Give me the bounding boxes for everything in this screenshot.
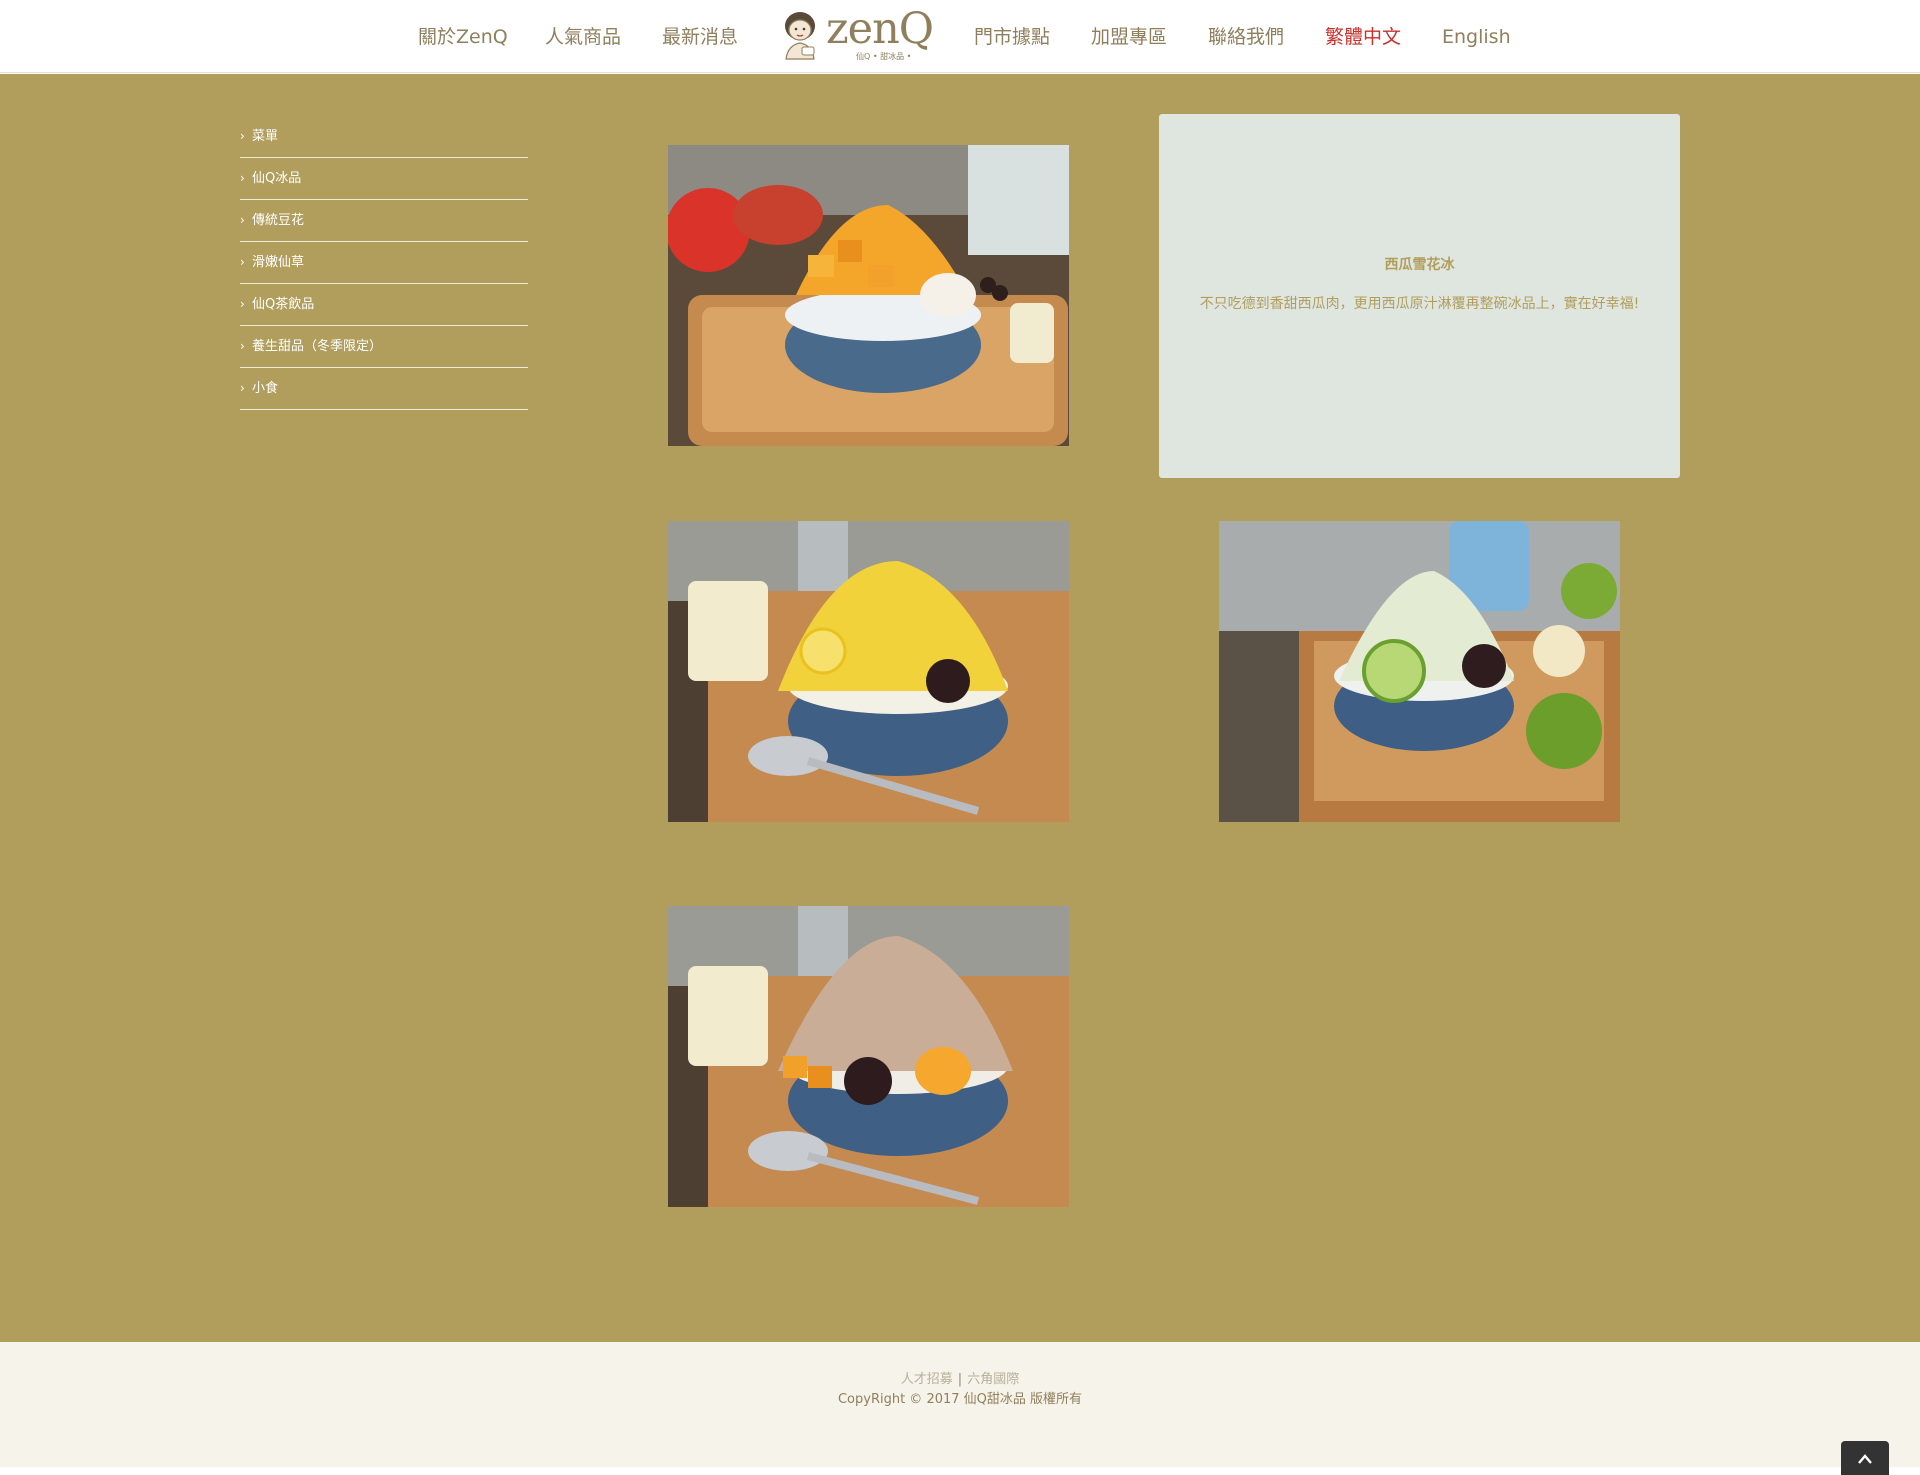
sidebar-item-menu[interactable]: › 菜單: [240, 116, 528, 158]
nav-popular-products[interactable]: 人氣商品: [545, 24, 621, 50]
footer-links: 人才招募 | 六角國際: [0, 1368, 1920, 1387]
sidebar-item-label: 仙Q茶飲品: [252, 297, 315, 312]
chevron-right-icon: ›: [240, 213, 245, 227]
arrow-up-icon: [1858, 1454, 1872, 1464]
product-photo-lemon-shaved-ice[interactable]: [668, 521, 1069, 822]
site-footer: 人才招募 | 六角國際 CopyRight © 2017 仙Q甜冰品 版權所有: [0, 1342, 1920, 1467]
chevron-right-icon: ›: [240, 255, 245, 269]
chevron-right-icon: ›: [240, 381, 245, 395]
sidebar-item-label: 傳統豆花: [252, 213, 305, 228]
chevron-right-icon: ›: [240, 171, 245, 185]
product-description: 不只吃德到香甜西瓜肉，更用西瓜原汁淋覆再整碗冰品上，實在好幸福!: [1199, 296, 1640, 312]
product-title: 西瓜雪花冰: [1384, 257, 1455, 273]
sidebar-item-tofu-pudding[interactable]: › 傳統豆花: [240, 200, 528, 242]
sidebar-item-label: 菜單: [252, 129, 279, 144]
site-header: 關於ZenQ 人氣商品 最新消息 zenQ 仙Q • 甜冰品 • 門市據點 加盟…: [0, 0, 1920, 73]
footer-link-hexagon-international[interactable]: 六角國際: [967, 1372, 1019, 1387]
chevron-right-icon: ›: [240, 339, 245, 353]
sidebar-item-tea-drinks[interactable]: › 仙Q茶飲品: [240, 284, 528, 326]
logo-subtitle: 仙Q • 甜冰品 •: [856, 52, 912, 61]
girl-mascot-icon: [785, 12, 815, 60]
nav-latest-news[interactable]: 最新消息: [662, 24, 738, 50]
chevron-right-icon: ›: [240, 297, 245, 311]
zenq-logo[interactable]: zenQ 仙Q • 甜冰品 •: [778, 4, 934, 67]
sidebar-item-grass-jelly[interactable]: › 滑嫩仙草: [240, 242, 528, 284]
nav-store-locations[interactable]: 門市據點: [974, 24, 1050, 50]
sidebar-item-label: 小食: [252, 381, 279, 396]
nav-lang-traditional-chinese[interactable]: 繁體中文: [1325, 24, 1401, 50]
logo-wordmark: zenQ: [826, 4, 934, 54]
sidebar-item-winter-desserts[interactable]: › 養生甜品（冬季限定）: [240, 326, 528, 368]
bottom-strip: [0, 1467, 1920, 1475]
sidebar-item-label: 滑嫩仙草: [252, 255, 305, 270]
nav-franchise[interactable]: 加盟專區: [1091, 24, 1167, 50]
copyright-text: CopyRight © 2017 仙Q甜冰品 版權所有: [837, 1392, 1083, 1407]
sidebar-item-xianq-ice[interactable]: › 仙Q冰品: [240, 158, 528, 200]
product-photo-brown-sugar-mango-shaved-ice[interactable]: [668, 906, 1069, 1207]
scroll-to-top-button[interactable]: [1841, 1441, 1889, 1475]
nav-lang-english[interactable]: English: [1442, 24, 1511, 50]
main-content: › 菜單 › 仙Q冰品 › 傳統豆花 › 滑嫩仙草 › 仙Q茶飲品 › 養生甜品（冬季限定）…: [0, 74, 1920, 1342]
sidebar-item-label: 養生甜品（冬季限定）: [252, 339, 383, 354]
product-info-card: 西瓜雪花冰 不只吃德到香甜西瓜肉，更用西瓜原汁淋覆再整碗冰品上，實在好幸福!: [1159, 114, 1680, 478]
footer-link-divider: |: [957, 1372, 963, 1387]
product-photo-mango-shaved-ice[interactable]: [668, 145, 1069, 446]
category-sidebar: › 菜單 › 仙Q冰品 › 傳統豆花 › 滑嫩仙草 › 仙Q茶飲品 › 養生甜品（冬季限定）…: [240, 116, 528, 410]
footer-link-careers[interactable]: 人才招募: [901, 1372, 953, 1387]
nav-contact-us[interactable]: 聯絡我們: [1208, 24, 1284, 50]
chevron-right-icon: ›: [240, 129, 245, 143]
sidebar-item-label: 仙Q冰品: [252, 171, 302, 186]
product-photo-lime-shaved-ice[interactable]: [1219, 521, 1620, 822]
sidebar-item-snacks[interactable]: › 小食: [240, 368, 528, 410]
nav-about[interactable]: 關於ZenQ: [418, 24, 508, 50]
